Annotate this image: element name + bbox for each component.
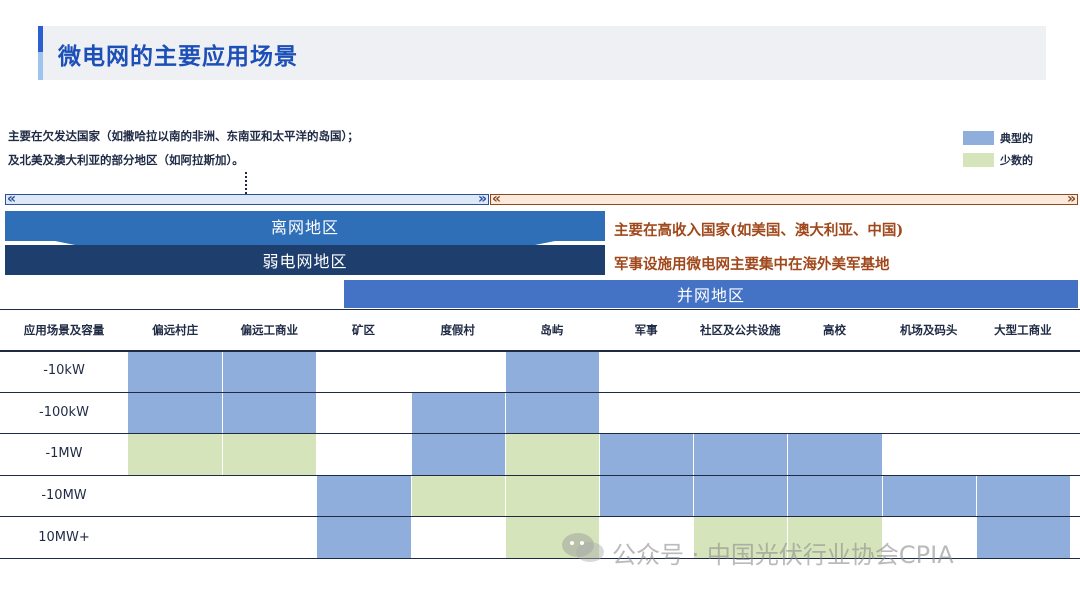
note-pointer-line (245, 172, 247, 194)
table-cell-typical (410, 433, 505, 475)
table-corner-header: 应用场景及容量 (23, 323, 105, 337)
table-cell-typical (975, 516, 1070, 558)
gridconnected-region-band: 并网地区 (344, 280, 1078, 308)
table-cell-typical (504, 350, 599, 392)
offgrid-region-band: 离网地区 (5, 211, 605, 241)
column-header: 高校 (822, 323, 846, 337)
table-cell-typical (222, 350, 317, 392)
table-cell-typical (410, 391, 505, 434)
table-cell-typical (693, 474, 788, 517)
table-cell-typical (975, 474, 1070, 517)
watermark-text: 公众号 · 中国光伏行业协会CPIA (612, 541, 954, 569)
double-chevron-right-icon: » (1066, 191, 1076, 207)
double-chevron-left-icon: « (492, 191, 502, 207)
legend-swatch-few (963, 153, 994, 167)
table-cell-typical (787, 433, 882, 475)
column-header: 岛屿 (540, 323, 564, 337)
legend-label-few: 少数的 (1000, 154, 1033, 167)
high-income-note: 主要在高收入国家(如美国、澳大利亚、中国) (614, 222, 904, 239)
high-income-countries-range-bar: « » (490, 191, 1078, 207)
row-label: -10MW (41, 488, 87, 504)
title-banner: 微电网的主要应用场景 (38, 26, 1046, 80)
weakgrid-region-band: 弱电网地区 (5, 245, 605, 275)
table-cell-typical (222, 391, 317, 434)
row-label: -10kW (43, 363, 85, 379)
legend-swatch-typical (963, 131, 994, 145)
column-header: 社区及公共设施 (700, 323, 781, 337)
table-cell-typical (128, 350, 223, 392)
row-label: 10MW+ (38, 529, 90, 545)
column-separator (882, 350, 883, 558)
row-divider (0, 309, 1080, 310)
offgrid-region-note-line2: 及北美及澳大利亚的部分地区（如阿拉斯加）。 (8, 153, 244, 167)
table-cell-typical (316, 474, 411, 517)
table-cell-typical (504, 391, 599, 434)
title-accent-bar (38, 26, 43, 52)
table-cell-typical (787, 474, 882, 517)
table-cell-few (222, 433, 317, 475)
wechat-icon (562, 533, 604, 562)
legend-label-typical: 典型的 (1000, 132, 1033, 145)
page-title: 微电网的主要应用场景 (58, 44, 298, 70)
column-header: 机场及码头 (899, 323, 958, 337)
table-cell-typical (128, 391, 223, 434)
column-header: 矿区 (351, 323, 375, 337)
table-cell-typical (599, 474, 694, 517)
double-chevron-right-icon: » (477, 191, 487, 207)
table-cell-few (504, 474, 599, 517)
table-cell-typical (316, 516, 411, 558)
table-cell-few (410, 474, 505, 517)
column-header: 度假村 (440, 323, 475, 337)
table-cell-few (504, 433, 599, 475)
offgrid-region-note-line1: 主要在欠发达国家（如撒哈拉以南的非洲、东南亚和太平洋的岛国）； (8, 129, 359, 143)
column-header: 大型工商业 (994, 323, 1052, 337)
table-cell-few (128, 433, 223, 475)
column-header: 偏远村庄 (152, 323, 199, 337)
table-cell-typical (693, 433, 788, 475)
double-chevron-left-icon: « (7, 191, 17, 207)
title-accent-bar-light (38, 52, 43, 80)
military-note: 军事设施用微电网主要集中在海外美军基地 (614, 256, 890, 273)
row-label: -100kW (39, 404, 89, 420)
developing-countries-range-bar: « » (5, 191, 489, 207)
column-header: 偏远工商业 (240, 323, 299, 337)
table-cell-typical (599, 433, 694, 475)
table-cell-typical (881, 474, 976, 517)
column-header: 军事 (634, 323, 658, 337)
row-label: -1MW (45, 446, 83, 462)
